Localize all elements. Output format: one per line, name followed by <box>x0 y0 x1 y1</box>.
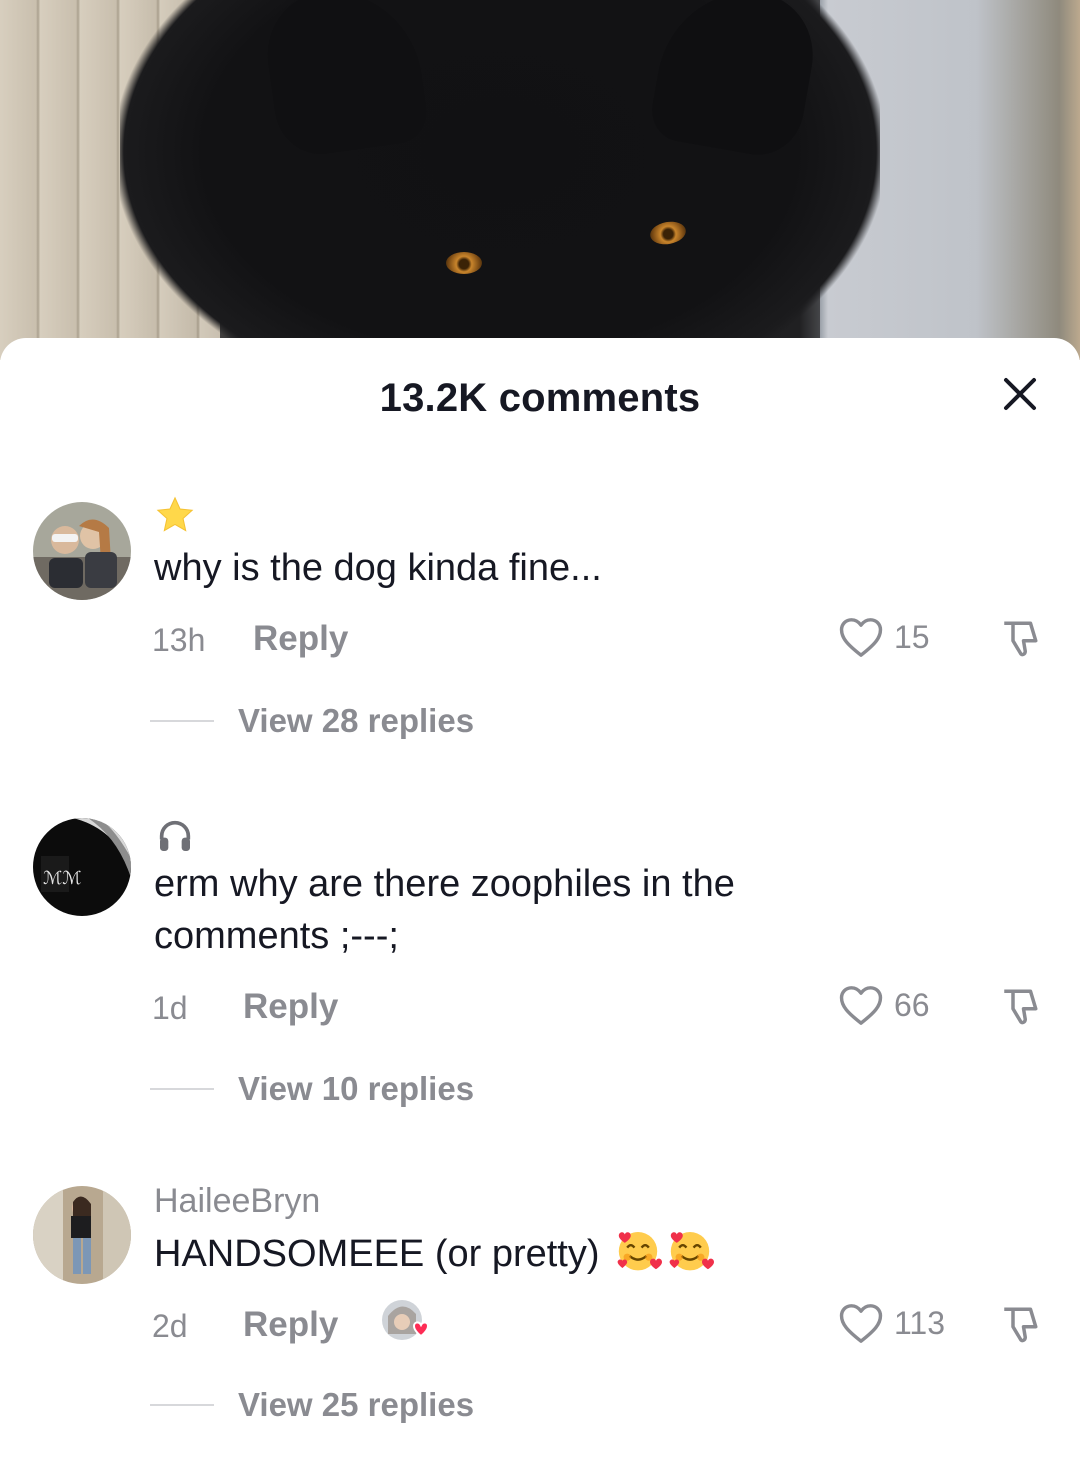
svg-text:ℳℳ: ℳℳ <box>43 868 82 889</box>
dislike-button[interactable] <box>998 1304 1042 1351</box>
comment-time: 13h <box>152 622 206 658</box>
creator-liked-heart-icon <box>382 1300 430 1340</box>
creator-liked-badge <box>380 1298 432 1344</box>
view-replies-button[interactable]: View 25 replies <box>238 1386 474 1424</box>
thumbs-down-icon <box>1004 989 1038 1025</box>
avatar[interactable] <box>33 502 131 600</box>
avatar[interactable] <box>33 1186 131 1284</box>
reply-button[interactable]: Reply <box>243 1305 338 1345</box>
reply-button[interactable]: Reply <box>243 987 338 1027</box>
headphones-icon <box>159 820 191 851</box>
comment-text-content: HANDSOMEEE (or pretty) <box>154 1233 600 1275</box>
thumbs-down-icon <box>1004 621 1038 657</box>
comment-time: 1d <box>152 990 188 1026</box>
like-button[interactable]: 113 <box>838 1302 945 1344</box>
like-button[interactable]: 66 <box>838 984 930 1026</box>
comment-text: erm why are there zoophiles in the comme… <box>154 863 735 957</box>
like-button[interactable]: 15 <box>838 616 930 658</box>
heart-icon <box>839 986 883 1025</box>
reply-button[interactable]: Reply <box>253 619 348 659</box>
star-icon <box>156 496 194 532</box>
dislike-button[interactable] <box>998 618 1042 665</box>
close-button[interactable] <box>1000 374 1040 414</box>
heart-icon <box>839 618 883 657</box>
like-count: 15 <box>894 618 930 655</box>
close-icon <box>1004 378 1036 410</box>
dislike-button[interactable] <box>998 986 1042 1033</box>
video-background <box>0 0 1080 360</box>
divider-line <box>150 1404 214 1406</box>
divider-line <box>150 1088 214 1090</box>
like-count: 113 <box>894 1304 946 1341</box>
comments-count-title: 13.2K comments <box>379 376 701 420</box>
avatar[interactable]: ℳℳ <box>33 818 131 916</box>
comment-text: why is the dog kinda fine... <box>154 547 602 589</box>
dog-eye-left <box>446 252 482 274</box>
comment-time: 2d <box>152 1308 188 1344</box>
like-count: 66 <box>894 986 930 1023</box>
smiling-face-with-hearts-emoji <box>617 1232 663 1271</box>
view-replies-button[interactable]: View 10 replies <box>238 1070 474 1108</box>
thumbs-down-icon <box>1004 1307 1038 1343</box>
username[interactable]: HaileeBryn <box>154 1182 320 1221</box>
smiling-face-with-hearts-emoji <box>669 1232 715 1271</box>
heart-icon <box>839 1304 883 1343</box>
comment-text: HANDSOMEEE (or pretty) <box>154 1226 914 1280</box>
comments-sheet: 13.2K comments why is the dog kinda fine… <box>0 338 1080 1477</box>
view-replies-button[interactable]: View 28 replies <box>238 702 474 740</box>
divider-line <box>150 720 214 722</box>
